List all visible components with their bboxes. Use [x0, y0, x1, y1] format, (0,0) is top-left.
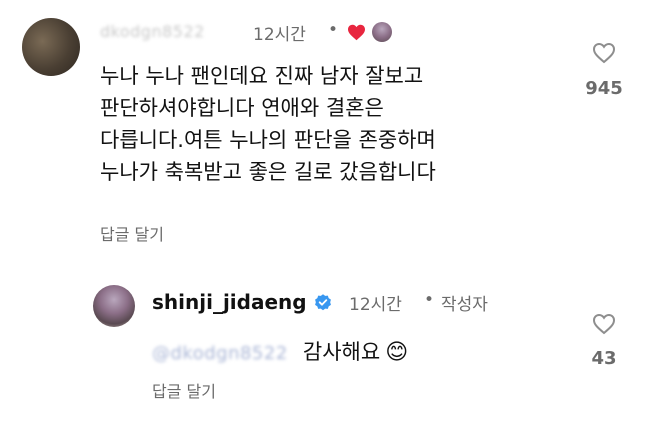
comment-reply-button[interactable]: 답글 달기 — [100, 221, 164, 245]
meta-separator: • — [328, 20, 339, 40]
comment-line: 누나가 축복받고 좋은 길로 갔음합니다 — [100, 160, 436, 184]
reply-body: @dkodgn8522 감사해요 😊 — [152, 336, 408, 368]
meta-separator: • — [424, 290, 435, 310]
creator-mini-avatar — [372, 22, 392, 42]
reply-reply-button[interactable]: 답글 달기 — [152, 378, 216, 402]
comment-line: 판단하셔야합니다 연애와 결혼은 — [100, 96, 384, 120]
reply-author-avatar[interactable] — [93, 285, 135, 327]
reply-timestamp: 12시간 — [349, 295, 402, 315]
comment-like-count: 945 — [585, 78, 623, 99]
author-badge: 작성자 — [441, 295, 488, 315]
creator-liked-heart-icon — [348, 24, 365, 41]
commenter-avatar[interactable] — [22, 18, 80, 76]
reply-author-username[interactable]: shinji_jidaeng — [152, 290, 307, 314]
mention-link[interactable]: @dkodgn8522 — [152, 343, 288, 364]
reply-like-count: 43 — [591, 348, 617, 369]
reply-like-heart-icon[interactable] — [592, 313, 616, 335]
comment-line: 다릅니다.여튼 누나의 판단을 존중하며 — [100, 128, 436, 152]
comment-like-heart-icon[interactable] — [592, 42, 616, 64]
comment-body: 누나 누나 팬인데요 진짜 남자 잘보고 판단하셔야합니다 연애와 결혼은 다릅… — [100, 60, 436, 188]
verified-badge-icon — [315, 294, 331, 311]
comment-line: 누나 누나 팬인데요 진짜 남자 잘보고 — [100, 64, 424, 88]
comment-timestamp: 12시간 — [253, 25, 306, 45]
smile-emoji-icon: 😊 — [385, 340, 409, 365]
reply-text: 감사해요 — [302, 340, 381, 364]
commenter-username[interactable]: dkodgn8522 — [100, 22, 205, 41]
